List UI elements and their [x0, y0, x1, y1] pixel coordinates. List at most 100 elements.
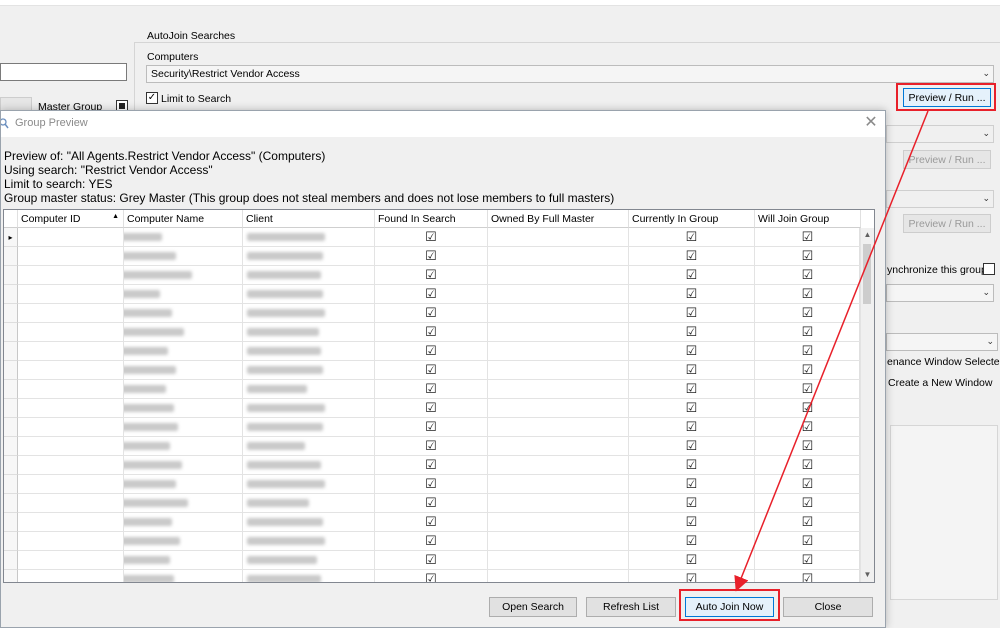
grid-cell-join[interactable]: ☑	[755, 380, 861, 399]
grid-cell-current[interactable]: ☑	[629, 570, 755, 582]
grid-cell-name[interactable]	[124, 494, 243, 513]
grid-cell-id[interactable]	[18, 342, 124, 361]
grid-cell-current[interactable]: ☑	[629, 399, 755, 418]
grid-cell-name[interactable]	[124, 513, 243, 532]
grid-cell-current[interactable]: ☑	[629, 494, 755, 513]
grid-cell-client[interactable]	[243, 475, 375, 494]
limit-to-search-checkbox[interactable]: ✓	[146, 92, 158, 104]
grid-cell-current[interactable]: ☑	[629, 266, 755, 285]
grid-cell-name[interactable]	[124, 456, 243, 475]
row-header[interactable]	[4, 380, 18, 399]
close-icon[interactable]: ✕	[861, 113, 881, 133]
grid-cell-id[interactable]	[18, 399, 124, 418]
grid-cell-current[interactable]: ☑	[629, 475, 755, 494]
name-input[interactable]	[0, 63, 127, 81]
grid-cell-found[interactable]: ☑	[375, 456, 488, 475]
grid-cell-join[interactable]: ☑	[755, 532, 861, 551]
grid-cell-client[interactable]	[243, 551, 375, 570]
grid-cell-id[interactable]	[18, 247, 124, 266]
scroll-down-icon[interactable]: ▼	[860, 568, 874, 582]
grid-cell-name[interactable]	[124, 532, 243, 551]
grid-cell-join[interactable]: ☑	[755, 494, 861, 513]
grid-cell-found[interactable]: ☑	[375, 304, 488, 323]
row-header[interactable]	[4, 304, 18, 323]
grid-cell-current[interactable]: ☑	[629, 456, 755, 475]
grid-cell-current[interactable]: ☑	[629, 285, 755, 304]
grid-cell-name[interactable]	[124, 342, 243, 361]
grid-cell-client[interactable]	[243, 266, 375, 285]
row-header[interactable]	[4, 285, 18, 304]
grid-cell-name[interactable]	[124, 266, 243, 285]
grid-cell-owned[interactable]	[488, 494, 629, 513]
refresh-list-button[interactable]: Refresh List	[586, 597, 676, 617]
grid-cell-join[interactable]: ☑	[755, 475, 861, 494]
grid-cell-owned[interactable]	[488, 551, 629, 570]
grid-cell-client[interactable]	[243, 513, 375, 532]
grid-cell-join[interactable]: ☑	[755, 247, 861, 266]
grid-cell-owned[interactable]	[488, 437, 629, 456]
disabled-combo-2[interactable]: ⌄	[886, 190, 994, 208]
grid-cell-owned[interactable]	[488, 323, 629, 342]
grid-cell-id[interactable]	[18, 285, 124, 304]
grid-cell-owned[interactable]	[488, 342, 629, 361]
grid-cell-join[interactable]: ☑	[755, 437, 861, 456]
grid-cell-name[interactable]	[124, 285, 243, 304]
grid-cell-client[interactable]	[243, 494, 375, 513]
column-header-owned-by-full-master[interactable]: Owned By Full Master	[488, 210, 629, 228]
grid-cell-found[interactable]: ☑	[375, 437, 488, 456]
grid-cell-client[interactable]	[243, 342, 375, 361]
grid-cell-client[interactable]	[243, 323, 375, 342]
preview-run-disabled-button-1[interactable]: Preview / Run ...	[903, 150, 991, 169]
grid-cell-owned[interactable]	[488, 570, 629, 582]
grid-cell-client[interactable]	[243, 247, 375, 266]
grid-cell-found[interactable]: ☑	[375, 494, 488, 513]
grid-cell-found[interactable]: ☑	[375, 247, 488, 266]
grid-cell-id[interactable]	[18, 228, 124, 247]
grid-cell-current[interactable]: ☑	[629, 342, 755, 361]
grid-cell-id[interactable]	[18, 323, 124, 342]
grid-cell-name[interactable]	[124, 475, 243, 494]
row-header[interactable]	[4, 247, 18, 266]
grid-cell-name[interactable]	[124, 247, 243, 266]
grid-cell-current[interactable]: ☑	[629, 551, 755, 570]
create-window-button[interactable]: Create a New Window	[884, 373, 998, 392]
row-header[interactable]	[4, 570, 18, 582]
maintenance-combo[interactable]: ⌄	[886, 333, 998, 351]
grid-cell-client[interactable]	[243, 380, 375, 399]
preview-grid[interactable]: Computer ID ▲ Computer Name Client Found…	[3, 209, 875, 583]
grid-cell-name[interactable]	[124, 304, 243, 323]
grid-cell-id[interactable]	[18, 570, 124, 582]
grid-cell-found[interactable]: ☑	[375, 380, 488, 399]
grid-cell-found[interactable]: ☑	[375, 399, 488, 418]
grid-cell-found[interactable]: ☑	[375, 266, 488, 285]
grid-cell-owned[interactable]	[488, 285, 629, 304]
row-header[interactable]	[4, 532, 18, 551]
grid-cell-current[interactable]: ☑	[629, 228, 755, 247]
grid-cell-client[interactable]	[243, 399, 375, 418]
disabled-combo-1[interactable]: ⌄	[886, 125, 994, 143]
grid-cell-join[interactable]: ☑	[755, 551, 861, 570]
grid-cell-join[interactable]: ☑	[755, 323, 861, 342]
grid-cell-owned[interactable]	[488, 304, 629, 323]
grid-cell-name[interactable]	[124, 570, 243, 582]
grid-cell-client[interactable]	[243, 570, 375, 582]
grid-cell-join[interactable]: ☑	[755, 342, 861, 361]
grid-cell-client[interactable]	[243, 228, 375, 247]
row-header[interactable]	[4, 494, 18, 513]
row-header[interactable]	[4, 437, 18, 456]
grid-cell-found[interactable]: ☑	[375, 570, 488, 582]
grid-cell-client[interactable]	[243, 418, 375, 437]
grid-cell-client[interactable]	[243, 532, 375, 551]
close-button[interactable]: Close	[783, 597, 873, 617]
row-header[interactable]	[4, 513, 18, 532]
grid-cell-found[interactable]: ☑	[375, 513, 488, 532]
grid-cell-found[interactable]: ☑	[375, 323, 488, 342]
grid-cell-found[interactable]: ☑	[375, 285, 488, 304]
scroll-up-icon[interactable]: ▲	[860, 228, 874, 242]
preview-run-disabled-button-2[interactable]: Preview / Run ...	[903, 214, 991, 233]
row-header[interactable]	[4, 361, 18, 380]
row-header[interactable]	[4, 551, 18, 570]
grid-cell-owned[interactable]	[488, 418, 629, 437]
grid-cell-owned[interactable]	[488, 532, 629, 551]
grid-cell-id[interactable]	[18, 532, 124, 551]
